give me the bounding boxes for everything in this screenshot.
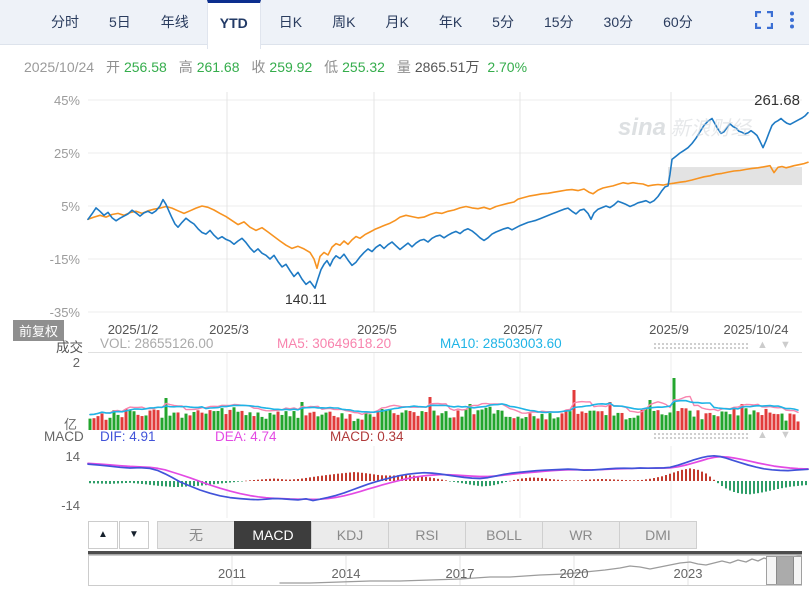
x-tick-sep: 2025/9: [649, 322, 689, 337]
volume-pane-collapse-down-icon[interactable]: ▼: [780, 340, 791, 351]
x-tick-jan: 2025/1/2: [107, 322, 159, 337]
tab-daily-k[interactable]: 日K: [267, 0, 314, 44]
navigator-range-handle[interactable]: [766, 556, 802, 585]
tab-kdj[interactable]: KDJ: [311, 521, 389, 549]
tab-yearline[interactable]: 年线: [149, 0, 201, 44]
tab-monthly-k[interactable]: 月K: [373, 0, 420, 44]
tab-30min[interactable]: 30分: [592, 0, 646, 44]
indicator-up-button[interactable]: ▲: [88, 521, 118, 549]
navigator-grip[interactable]: [776, 557, 794, 584]
tab-rsi[interactable]: RSI: [388, 521, 466, 549]
tab-dmi[interactable]: DMI: [619, 521, 697, 549]
tab-5min[interactable]: 5分: [480, 0, 526, 44]
tab-15min[interactable]: 15分: [532, 0, 586, 44]
nav-year-2017: 2017: [445, 566, 475, 581]
nav-year-2023: 2023: [673, 566, 703, 581]
nav-year-2014: 2014: [331, 566, 361, 581]
volume-pane-collapse-up-icon[interactable]: ▲: [757, 340, 768, 351]
macd-dif-text: DIF: 4.91: [100, 429, 156, 444]
tab-minute[interactable]: 分时: [39, 0, 91, 44]
volume-ma5-text: MA5: 30649618.20: [277, 336, 392, 351]
volume-pane-drag-dots[interactable]: [653, 342, 750, 350]
y-tick-n15: -15%: [49, 252, 80, 267]
macd-pane-collapse-down-icon[interactable]: ▼: [780, 430, 791, 441]
macd-pane-collapse-up-icon[interactable]: ▲: [757, 430, 768, 441]
tab-weekly-k[interactable]: 周K: [320, 0, 367, 44]
macd-pane-title: MACD: [44, 429, 84, 444]
tab-5day[interactable]: 5日: [97, 0, 143, 44]
x-tick-may: 2025/5: [357, 322, 397, 337]
nav-year-2020: 2020: [559, 566, 589, 581]
macd-pane-drag-dots[interactable]: [653, 432, 750, 440]
volume-value-text: VOL: 28655126.00: [100, 336, 214, 351]
tab-yearly-k[interactable]: 年K: [427, 0, 474, 44]
volume-scale-label: 2: [72, 355, 80, 370]
macd-value-text: MACD: 0.34: [330, 429, 404, 444]
y-tick-25: 25%: [53, 146, 80, 161]
indicator-tabbar: ▲ ▼ 无 MACD KDJ RSI BOLL WR DMI: [88, 521, 697, 549]
macd-dea-text: DEA: 4.74: [215, 429, 277, 444]
fullscreen-icon[interactable]: [754, 10, 774, 34]
nav-year-2011: 2011: [218, 566, 246, 581]
x-tick-oct: 2025/10/24: [723, 322, 789, 337]
period-tabbar: 分时 5日 年线 YTD 日K 周K 月K 年K 5分 15分 30分 60分: [0, 0, 809, 49]
macd-y-min-label: -14: [61, 498, 80, 513]
y-tick-5: 5%: [61, 199, 80, 214]
high-price-annotation: 261.68: [754, 92, 800, 109]
y-tick-n35: -35%: [49, 305, 80, 320]
macd-y-max-label: 14: [65, 449, 80, 464]
chart-canvas[interactable]: [0, 0, 809, 590]
stock-chart-app: 分时 5日 年线 YTD 日K 周K 月K 年K 5分 15分 30分 60分 …: [0, 0, 809, 590]
volume-ma10-text: MA10: 28503003.60: [440, 336, 562, 351]
tab-boll[interactable]: BOLL: [465, 521, 543, 549]
tab-none[interactable]: 无: [157, 521, 235, 549]
x-tick-mar: 2025/3: [209, 322, 249, 337]
low-price-annotation: 140.11: [285, 291, 327, 307]
y-tick-45: 45%: [53, 93, 80, 108]
tab-wr[interactable]: WR: [542, 521, 620, 549]
tab-macd[interactable]: MACD: [234, 521, 312, 549]
more-menu-icon[interactable]: [789, 11, 795, 34]
indicator-down-button[interactable]: ▼: [119, 521, 149, 549]
volume-pane-title: 成交: [56, 340, 83, 355]
x-tick-jul: 2025/7: [503, 322, 543, 337]
tab-ytd[interactable]: YTD: [206, 0, 261, 49]
tab-60min[interactable]: 60分: [651, 0, 705, 44]
